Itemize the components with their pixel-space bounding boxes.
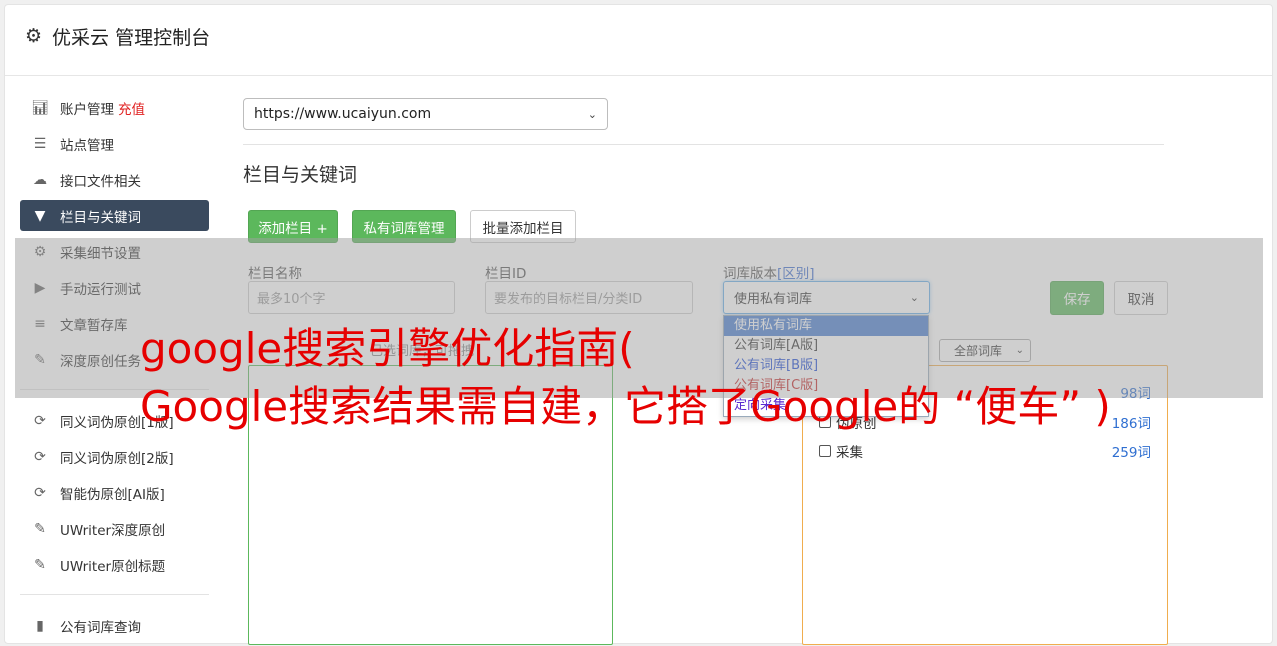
sidebar-item-label: 智能伪原创[AI版] [60, 486, 165, 503]
play-circle-icon: ▶ [34, 279, 46, 296]
library-count[interactable]: 259词 [1112, 441, 1151, 461]
sidebar-item-label: 同义词伪原创[2版] [60, 450, 174, 467]
filter-icon: ▼ [34, 207, 46, 224]
recharge-link[interactable]: 充值 [118, 98, 145, 118]
sidebar-item-label: 深度原创任务 [60, 353, 141, 370]
version-option[interactable]: 公有词库[C版] [724, 376, 928, 396]
site-select[interactable]: https://www.ucaiyun.com ⌄ [243, 98, 608, 130]
bar-chart-icon: 📊︎ [31, 99, 49, 116]
save-button[interactable]: 保存 [1050, 281, 1104, 315]
sidebar-item-label: 账户管理 [60, 101, 114, 118]
sidebar-item-uwriter-title[interactable]: ✎ UWriter原创标题 [20, 549, 209, 580]
book-icon: ▮ [36, 617, 44, 634]
sidebar-item-api-files[interactable]: ☁ 接口文件相关 [20, 164, 209, 195]
sidebar-item-label: 栏目与关键词 [60, 209, 141, 226]
cancel-button[interactable]: 取消 [1114, 281, 1168, 315]
library-filter-value: 全部词库 [954, 344, 1003, 358]
library-version-select[interactable]: 使用私有词库 ⌄ [723, 281, 930, 314]
database-icon: ≡ [34, 315, 46, 332]
version-option[interactable]: 公有词库[A版] [724, 336, 928, 356]
sidebar-item-label: UWriter深度原创 [60, 522, 166, 539]
header: ⚙ 优采云 管理控制台 [5, 5, 1272, 76]
sidebar-item-synonym-v1[interactable]: ⟳ 同义词伪原创[1版] [20, 405, 209, 436]
sidebar-item-public-lib[interactable]: ▮ 公有词库查询 [20, 610, 209, 641]
add-column-button[interactable]: 添加栏目 + [248, 210, 338, 243]
sidebar-item-label: 接口文件相关 [60, 173, 141, 190]
library-version-dropdown: 使用私有词库 公有词库[A版] 公有词库[B版] 公有词库[C版] 定向采集 [723, 315, 929, 417]
sidebar-item-label: 站点管理 [60, 137, 114, 154]
sidebar-item-sites[interactable]: ☰ 站点管理 [20, 128, 209, 159]
version-option[interactable]: 公有词库[B版] [724, 356, 928, 376]
chevron-down-icon: ⌄ [1015, 345, 1024, 356]
gear-icon: ⚙ [25, 25, 43, 47]
sidebar-divider [20, 389, 209, 390]
sidebar-item-ai-rewrite[interactable]: ⟳ 智能伪原创[AI版] [20, 477, 209, 508]
chevron-down-icon: ⌄ [587, 107, 597, 121]
library-count[interactable]: 186词 [1112, 412, 1151, 432]
site-select-value: https://www.ucaiyun.com [254, 106, 432, 122]
column-id-input[interactable]: 要发布的目标栏目/分类ID [485, 281, 693, 314]
chevron-down-icon: ⌄ [909, 291, 919, 304]
sidebar: 📊︎ 账户管理 充值 ☰ 站点管理 ☁ 接口文件相关 ▼ 栏目与关键词 ⚙ 采集… [20, 92, 209, 646]
edit-icon: ✎ [34, 556, 46, 573]
brand: ⚙ 优采云 管理控制台 [25, 23, 210, 50]
version-option[interactable]: 使用私有词库 [724, 316, 928, 336]
edit-icon: ✎ [34, 520, 46, 537]
sidebar-item-account[interactable]: 📊︎ 账户管理 充值 [20, 92, 209, 123]
sidebar-item-synonym-v2[interactable]: ⟳ 同义词伪原创[2版] [20, 441, 209, 472]
library-version-text: 词库版本 [723, 266, 777, 282]
sidebar-item-deep-original[interactable]: ✎ 深度原创任务 [20, 344, 209, 375]
library-version-value: 使用私有词库 [734, 292, 813, 307]
section-title: 栏目与关键词 [243, 164, 358, 186]
divider [243, 144, 1164, 145]
sidebar-item-uwriter-original[interactable]: ✎ UWriter深度原创 [20, 513, 209, 544]
sidebar-item-label: 公有词库查询 [60, 619, 141, 636]
sidebar-item-columns-keywords[interactable]: ▼ 栏目与关键词 [20, 200, 209, 231]
checkbox[interactable] [819, 445, 831, 457]
sidebar-item-label: 采集细节设置 [60, 245, 141, 262]
library-count[interactable]: 98词 [1120, 382, 1151, 402]
cloud-upload-icon: ☁ [33, 171, 47, 188]
column-name-input[interactable]: 最多10个字 [248, 281, 455, 314]
refresh-icon: ⟳ [34, 412, 46, 429]
sidebar-item-manual-run[interactable]: ▶ 手动运行测试 [20, 272, 209, 303]
cogs-icon: ⚙ [33, 243, 47, 260]
checkbox[interactable] [819, 416, 831, 428]
server-icon: ☰ [33, 135, 47, 152]
sidebar-item-label: 文章暂存库 [60, 317, 128, 334]
library-filter-select[interactable]: 全部词库 ⌄ [939, 339, 1031, 362]
column-id-label: 栏目ID [485, 266, 527, 282]
selected-list-hint: 已选词库，可拖拽 [370, 344, 475, 359]
version-option[interactable]: 定向采集 [724, 396, 928, 416]
page-title: 优采云 管理控制台 [52, 27, 211, 49]
sidebar-item-collect-settings[interactable]: ⚙ 采集细节设置 [20, 236, 209, 267]
difference-link[interactable]: [区别] [777, 266, 815, 282]
column-name-label: 栏目名称 [248, 266, 302, 282]
selected-libraries-box[interactable] [248, 365, 613, 645]
private-library-button[interactable]: 私有词库管理 [352, 210, 456, 243]
edit-icon: ✎ [34, 351, 46, 368]
sidebar-item-label: UWriter原创标题 [60, 558, 166, 575]
batch-add-column-button[interactable]: 批量添加栏目 [470, 210, 576, 243]
sidebar-item-article-store[interactable]: ≡ 文章暂存库 [20, 308, 209, 339]
sidebar-item-label: 手动运行测试 [60, 281, 141, 298]
sidebar-divider [20, 594, 209, 595]
library-row[interactable]: 采集 259词 [819, 441, 1151, 461]
sidebar-item-label: 同义词伪原创[1版] [60, 414, 174, 431]
refresh-icon: ⟳ [34, 448, 46, 465]
refresh-icon: ⟳ [34, 484, 46, 501]
library-version-label: 词库版本[区别] [723, 262, 815, 282]
library-name: 采集 [836, 445, 863, 461]
